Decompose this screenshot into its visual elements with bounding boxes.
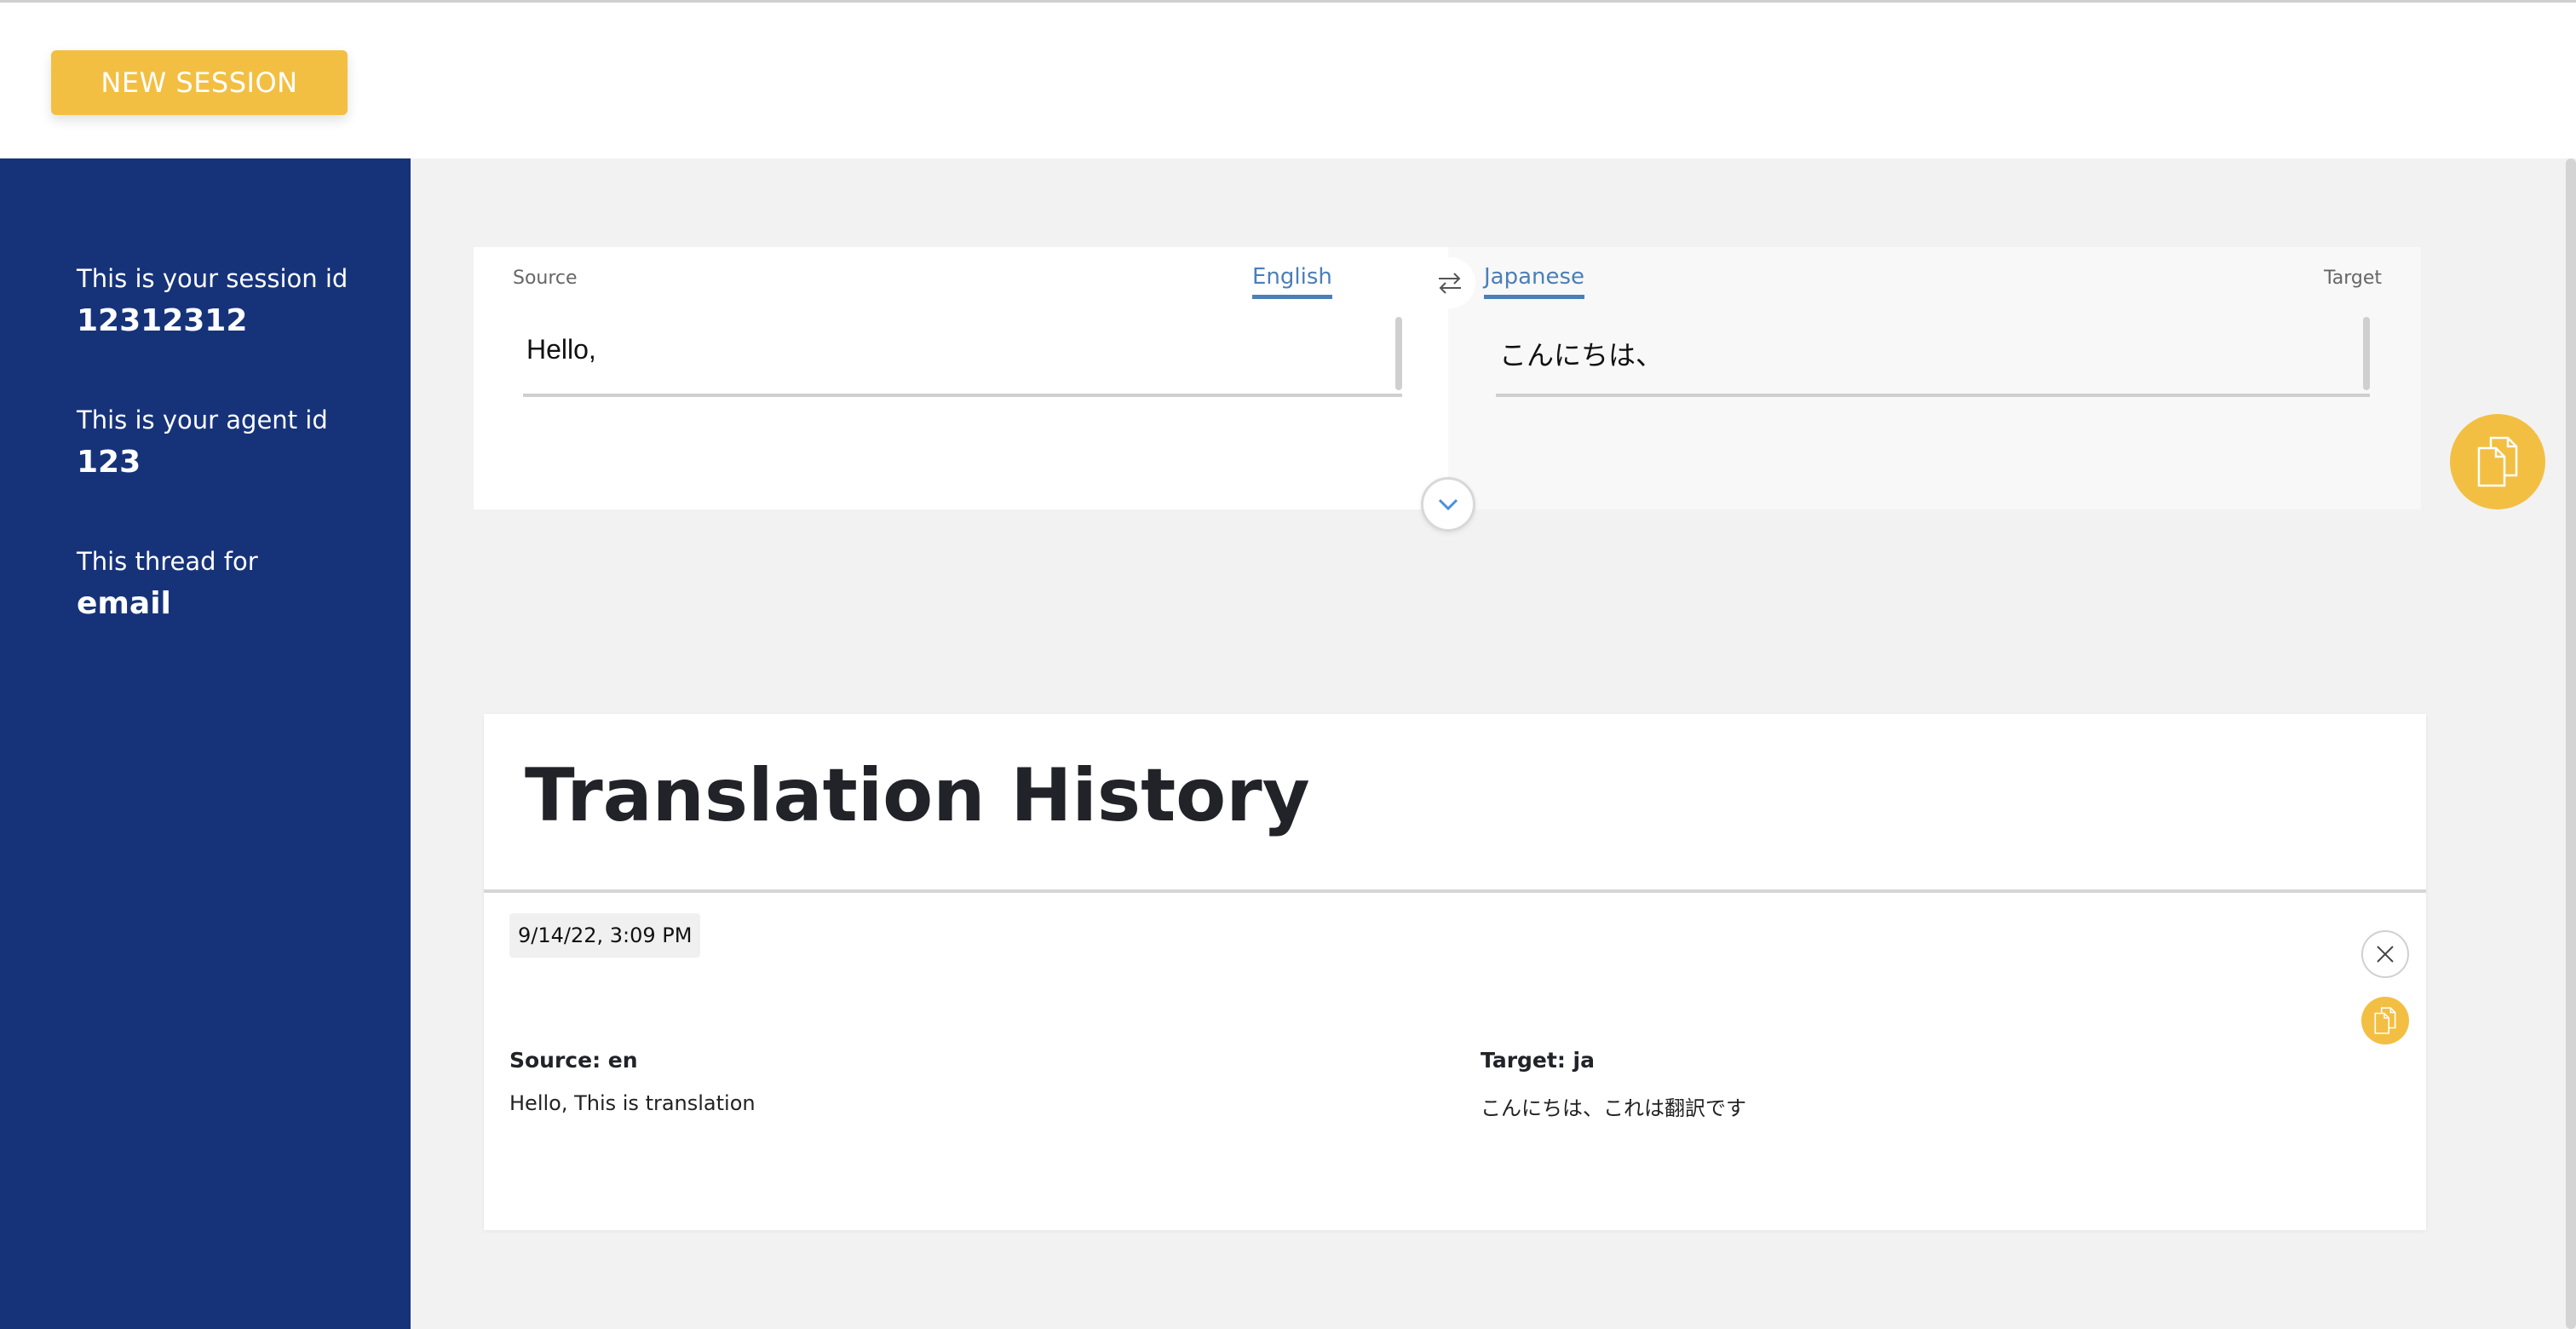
history-title: Translation History xyxy=(525,753,1310,838)
target-pane: Japanese Target こんにちは、 xyxy=(1448,247,2421,509)
copy-icon xyxy=(2477,436,2518,487)
thread-label: This thread for xyxy=(77,547,258,576)
copy-entry-button[interactable] xyxy=(2361,997,2409,1044)
source-text: Hello, xyxy=(526,334,596,365)
source-text-input[interactable]: Hello, xyxy=(523,315,1402,397)
copy-translation-button[interactable] xyxy=(2450,414,2545,509)
agent-id-block: This is your agent id 123 xyxy=(77,406,328,480)
translation-history-panel: Translation History 9/14/22, 3:09 PM Sou… xyxy=(484,714,2426,1230)
sidebar: This is your session id 12312312 This is… xyxy=(0,158,411,1329)
entry-target-heading: Target: ja xyxy=(1481,1048,1595,1073)
entry-source: Source: en Hello, This is translation xyxy=(509,1048,756,1115)
entry-source-text: Hello, This is translation xyxy=(509,1091,756,1115)
swap-arrows-icon xyxy=(1439,273,1461,294)
close-icon xyxy=(2377,946,2394,963)
session-id-value: 12312312 xyxy=(77,303,248,338)
agent-id-value: 123 xyxy=(77,445,141,480)
top-bar: NEW SESSION xyxy=(0,0,2576,158)
page-scrollbar[interactable] xyxy=(2566,158,2576,1329)
agent-id-label: This is your agent id xyxy=(77,406,328,434)
entry-source-heading: Source: en xyxy=(509,1048,638,1073)
source-language-select[interactable]: English xyxy=(1252,264,1332,299)
source-label: Source xyxy=(513,268,578,289)
chevron-down-icon xyxy=(1438,498,1458,511)
copy-icon xyxy=(2374,1007,2396,1034)
source-pane: Source English Hello, xyxy=(474,247,1448,509)
entry-target-text: こんにちは、これは翻訳です xyxy=(1481,1096,1746,1120)
target-language-select[interactable]: Japanese xyxy=(1484,264,1585,299)
source-text-scrollbar[interactable] xyxy=(1395,317,1402,390)
target-text-output[interactable]: こんにちは、 xyxy=(1496,315,2370,397)
expand-button[interactable] xyxy=(1421,477,1475,532)
session-id-label: This is your session id xyxy=(77,264,348,293)
entry-timestamp: 9/14/22, 3:09 PM xyxy=(509,913,701,958)
target-text: こんにちは、 xyxy=(1499,340,1664,371)
target-text-scrollbar[interactable] xyxy=(2363,317,2370,390)
swap-languages-button[interactable] xyxy=(1424,257,1475,308)
history-divider xyxy=(484,889,2426,893)
thread-block: This thread for email xyxy=(77,547,258,621)
session-id-block: This is your session id 12312312 xyxy=(77,264,348,338)
delete-entry-button[interactable] xyxy=(2361,930,2409,978)
target-label: Target xyxy=(2323,268,2382,289)
entry-target: Target: ja こんにちは、これは翻訳です xyxy=(1481,1048,1746,1121)
thread-value: email xyxy=(77,586,171,621)
new-session-button[interactable]: NEW SESSION xyxy=(51,50,348,115)
